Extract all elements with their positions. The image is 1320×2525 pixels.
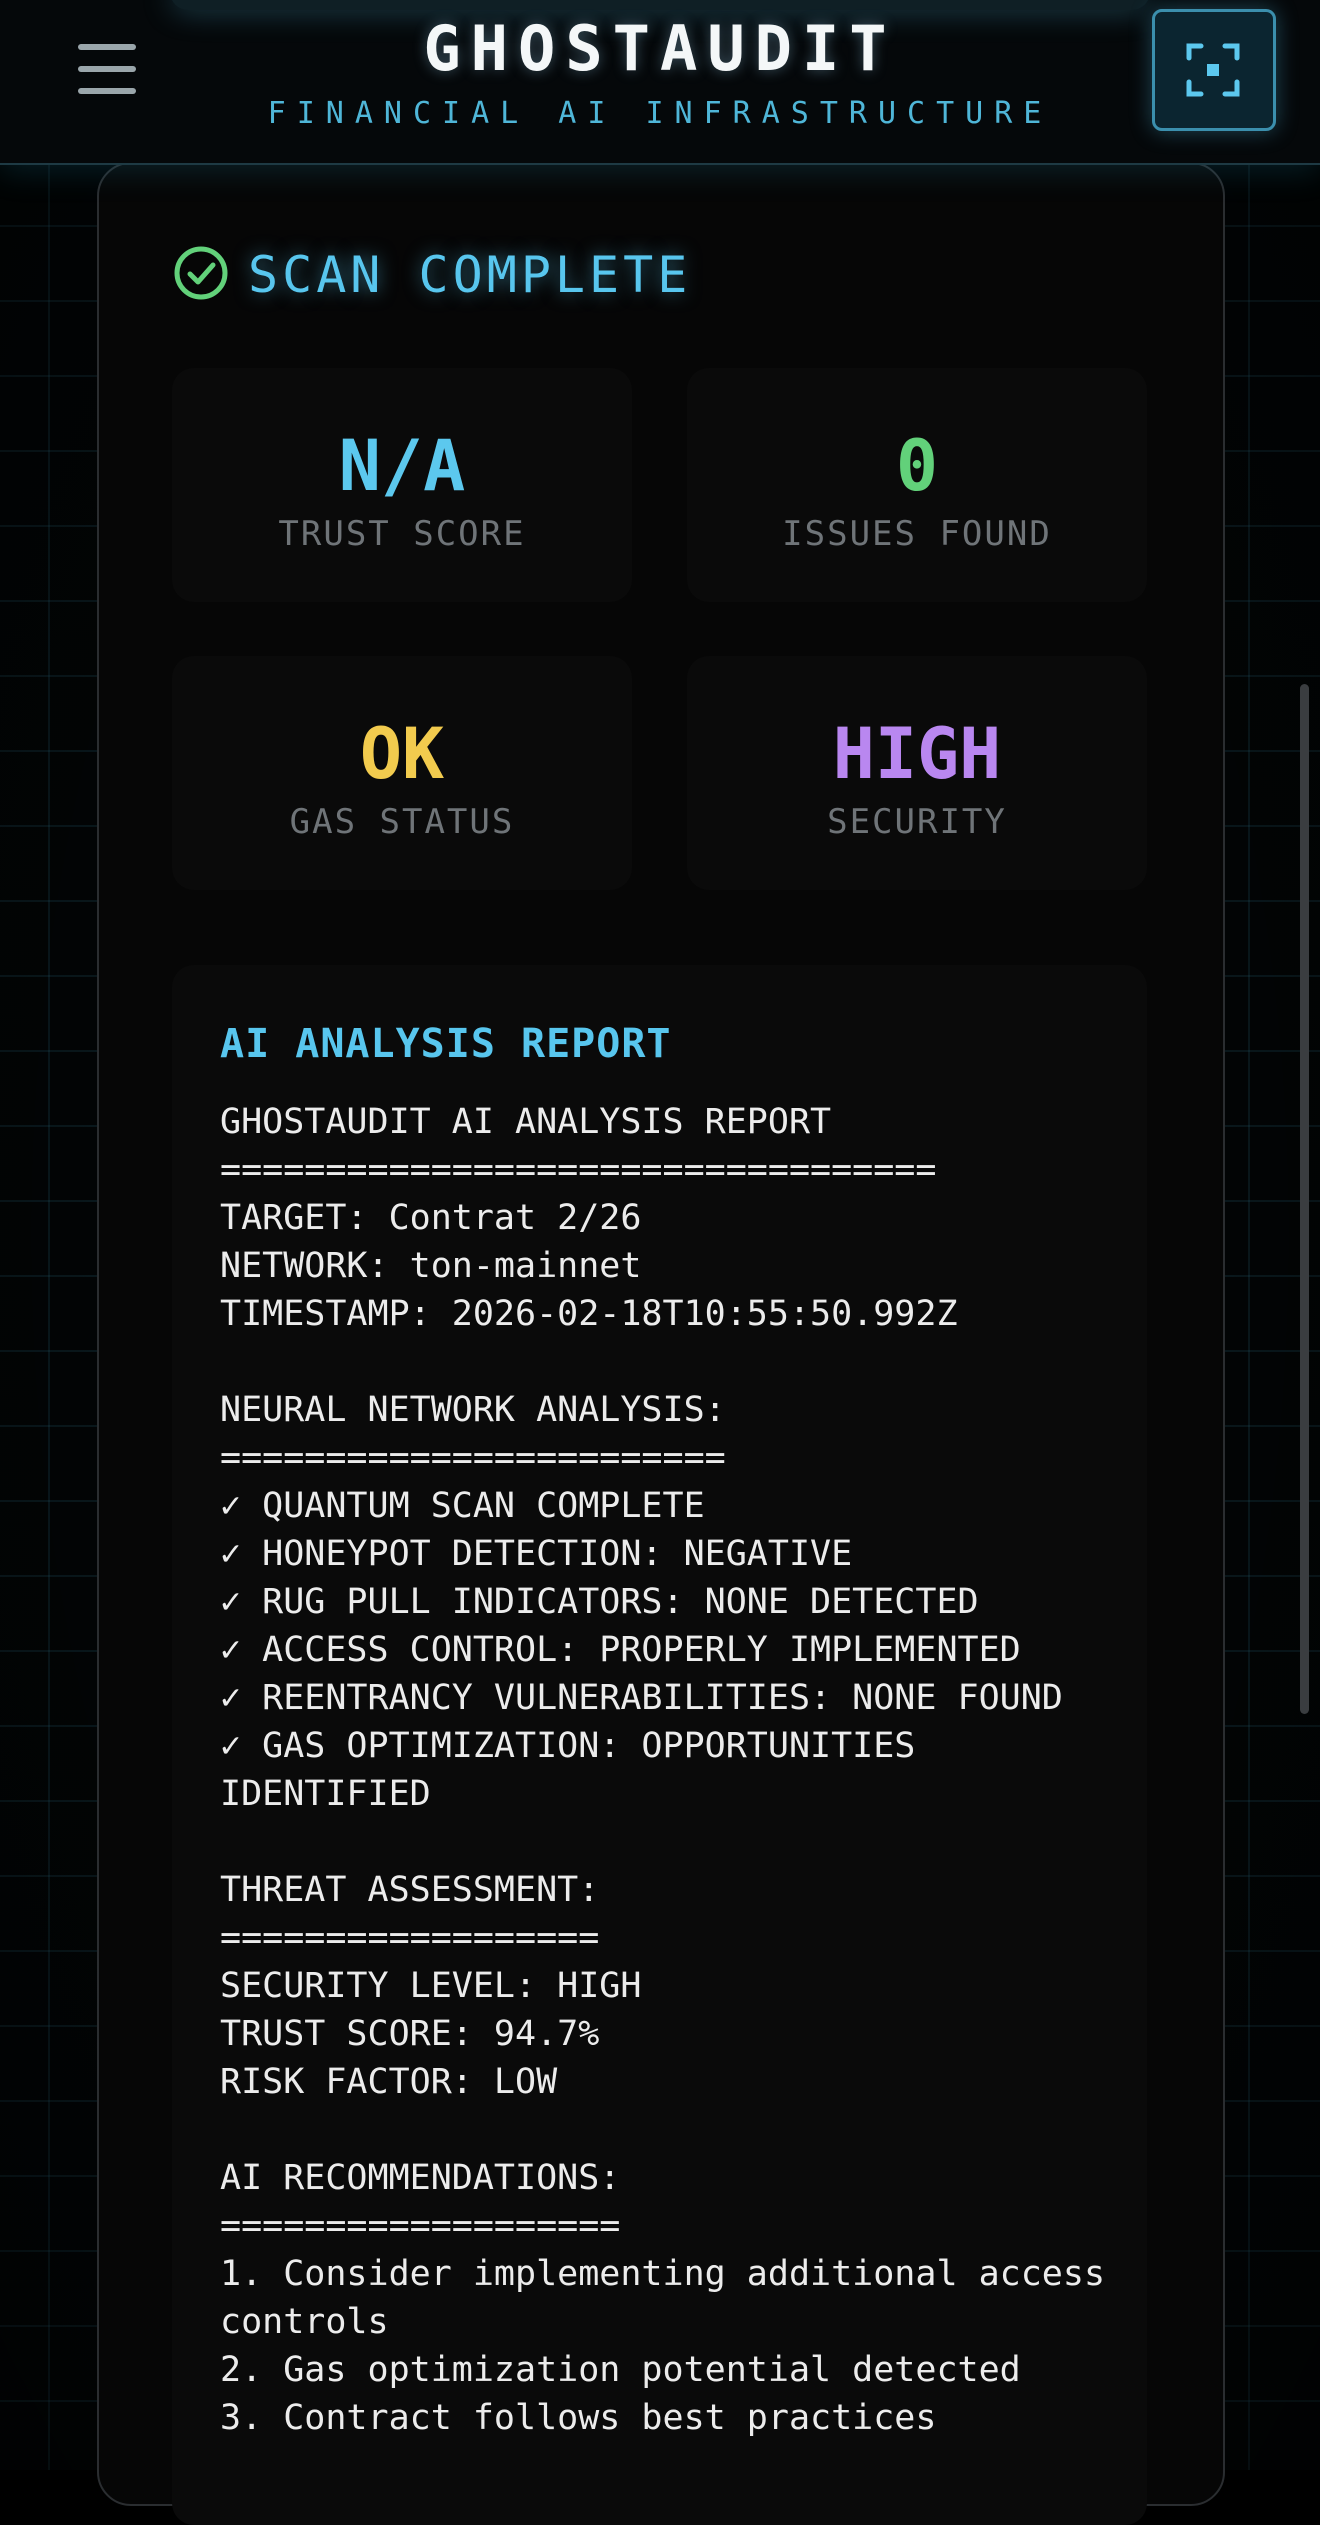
- stat-trust-score: N/A TRUST SCORE: [172, 368, 632, 602]
- report-line: ===================: [220, 2206, 621, 2246]
- report-line: AI RECOMMENDATIONS:: [220, 2158, 621, 2198]
- report-line: ==================: [220, 1918, 600, 1958]
- stat-label: TRUST SCORE: [278, 514, 526, 554]
- report-line: ✓ ACCESS CONTROL: PROPERLY IMPLEMENTED: [220, 1630, 1021, 1670]
- stat-value: HIGH: [832, 713, 1002, 795]
- check-circle-icon: [172, 244, 230, 306]
- report-line: RISK FACTOR: LOW: [220, 2062, 558, 2102]
- stat-value: OK: [359, 713, 445, 795]
- stat-issues-found: 0 ISSUES FOUND: [687, 368, 1147, 602]
- ai-analysis-report: AI ANALYSIS REPORT GHOSTAUDIT AI ANALYSI…: [172, 965, 1147, 2525]
- report-line: 1. Consider implementing additional acce…: [220, 2254, 1127, 2342]
- report-line: NEURAL NETWORK ANALYSIS:: [220, 1390, 726, 1430]
- scan-status-label: SCAN COMPLETE: [248, 246, 692, 304]
- report-line: ✓ QUANTUM SCAN COMPLETE: [220, 1486, 705, 1526]
- report-line: ========================: [220, 1438, 726, 1478]
- report-body: GHOSTAUDIT AI ANALYSIS REPORT ===========…: [220, 1098, 1120, 2442]
- report-line: TRUST SCORE: 94.7%: [220, 2014, 600, 2054]
- stat-value: N/A: [338, 425, 466, 507]
- report-line: ✓ GAS OPTIMIZATION: OPPORTUNITIES IDENTI…: [220, 1726, 937, 1814]
- stat-label: ISSUES FOUND: [782, 514, 1052, 554]
- scan-status: SCAN COMPLETE: [172, 244, 691, 306]
- report-line: 2. Gas optimization potential detected: [220, 2350, 1021, 2390]
- report-line: 3. Contract follows best practices: [220, 2398, 937, 2438]
- report-line: [220, 2106, 1120, 2154]
- report-line: TARGET: Contrat 2/26: [220, 1198, 642, 1238]
- report-title: AI ANALYSIS REPORT: [220, 1021, 672, 1067]
- stat-gas-status: OK GAS STATUS: [172, 656, 632, 890]
- report-line: [220, 1818, 1120, 1866]
- app-header: GHOSTAUDIT FINANCIAL AI INFRASTRUCTURE: [0, 0, 1320, 165]
- app-tagline: FINANCIAL AI INFRASTRUCTURE: [267, 96, 1053, 131]
- app-title: GHOSTAUDIT: [423, 12, 897, 85]
- scan-button[interactable]: [1152, 9, 1276, 131]
- header-glow: [170, 0, 1150, 10]
- report-line: TIMESTAMP: 2026-02-18T10:55:50.992Z: [220, 1294, 958, 1334]
- stat-security: HIGH SECURITY: [687, 656, 1147, 890]
- stat-label: GAS STATUS: [289, 802, 515, 842]
- report-line: ✓ REENTRANCY VULNERABILITIES: NONE FOUND: [220, 1678, 1063, 1718]
- report-line: THREAT ASSESSMENT:: [220, 1870, 600, 1910]
- report-line: ==================================: [220, 1150, 937, 1190]
- report-line: NETWORK: ton-mainnet: [220, 1246, 642, 1286]
- stat-label: SECURITY: [827, 802, 1007, 842]
- report-line: ✓ HONEYPOT DETECTION: NEGATIVE: [220, 1534, 853, 1574]
- page-scrollbar[interactable]: [1300, 684, 1309, 1714]
- report-line: ✓ RUG PULL INDICATORS: NONE DETECTED: [220, 1582, 979, 1622]
- report-line: [220, 1338, 1120, 1386]
- report-line: SECURITY LEVEL: HIGH: [220, 1966, 642, 2006]
- stat-value: 0: [895, 425, 939, 507]
- report-line: GHOSTAUDIT AI ANALYSIS REPORT: [220, 1102, 832, 1142]
